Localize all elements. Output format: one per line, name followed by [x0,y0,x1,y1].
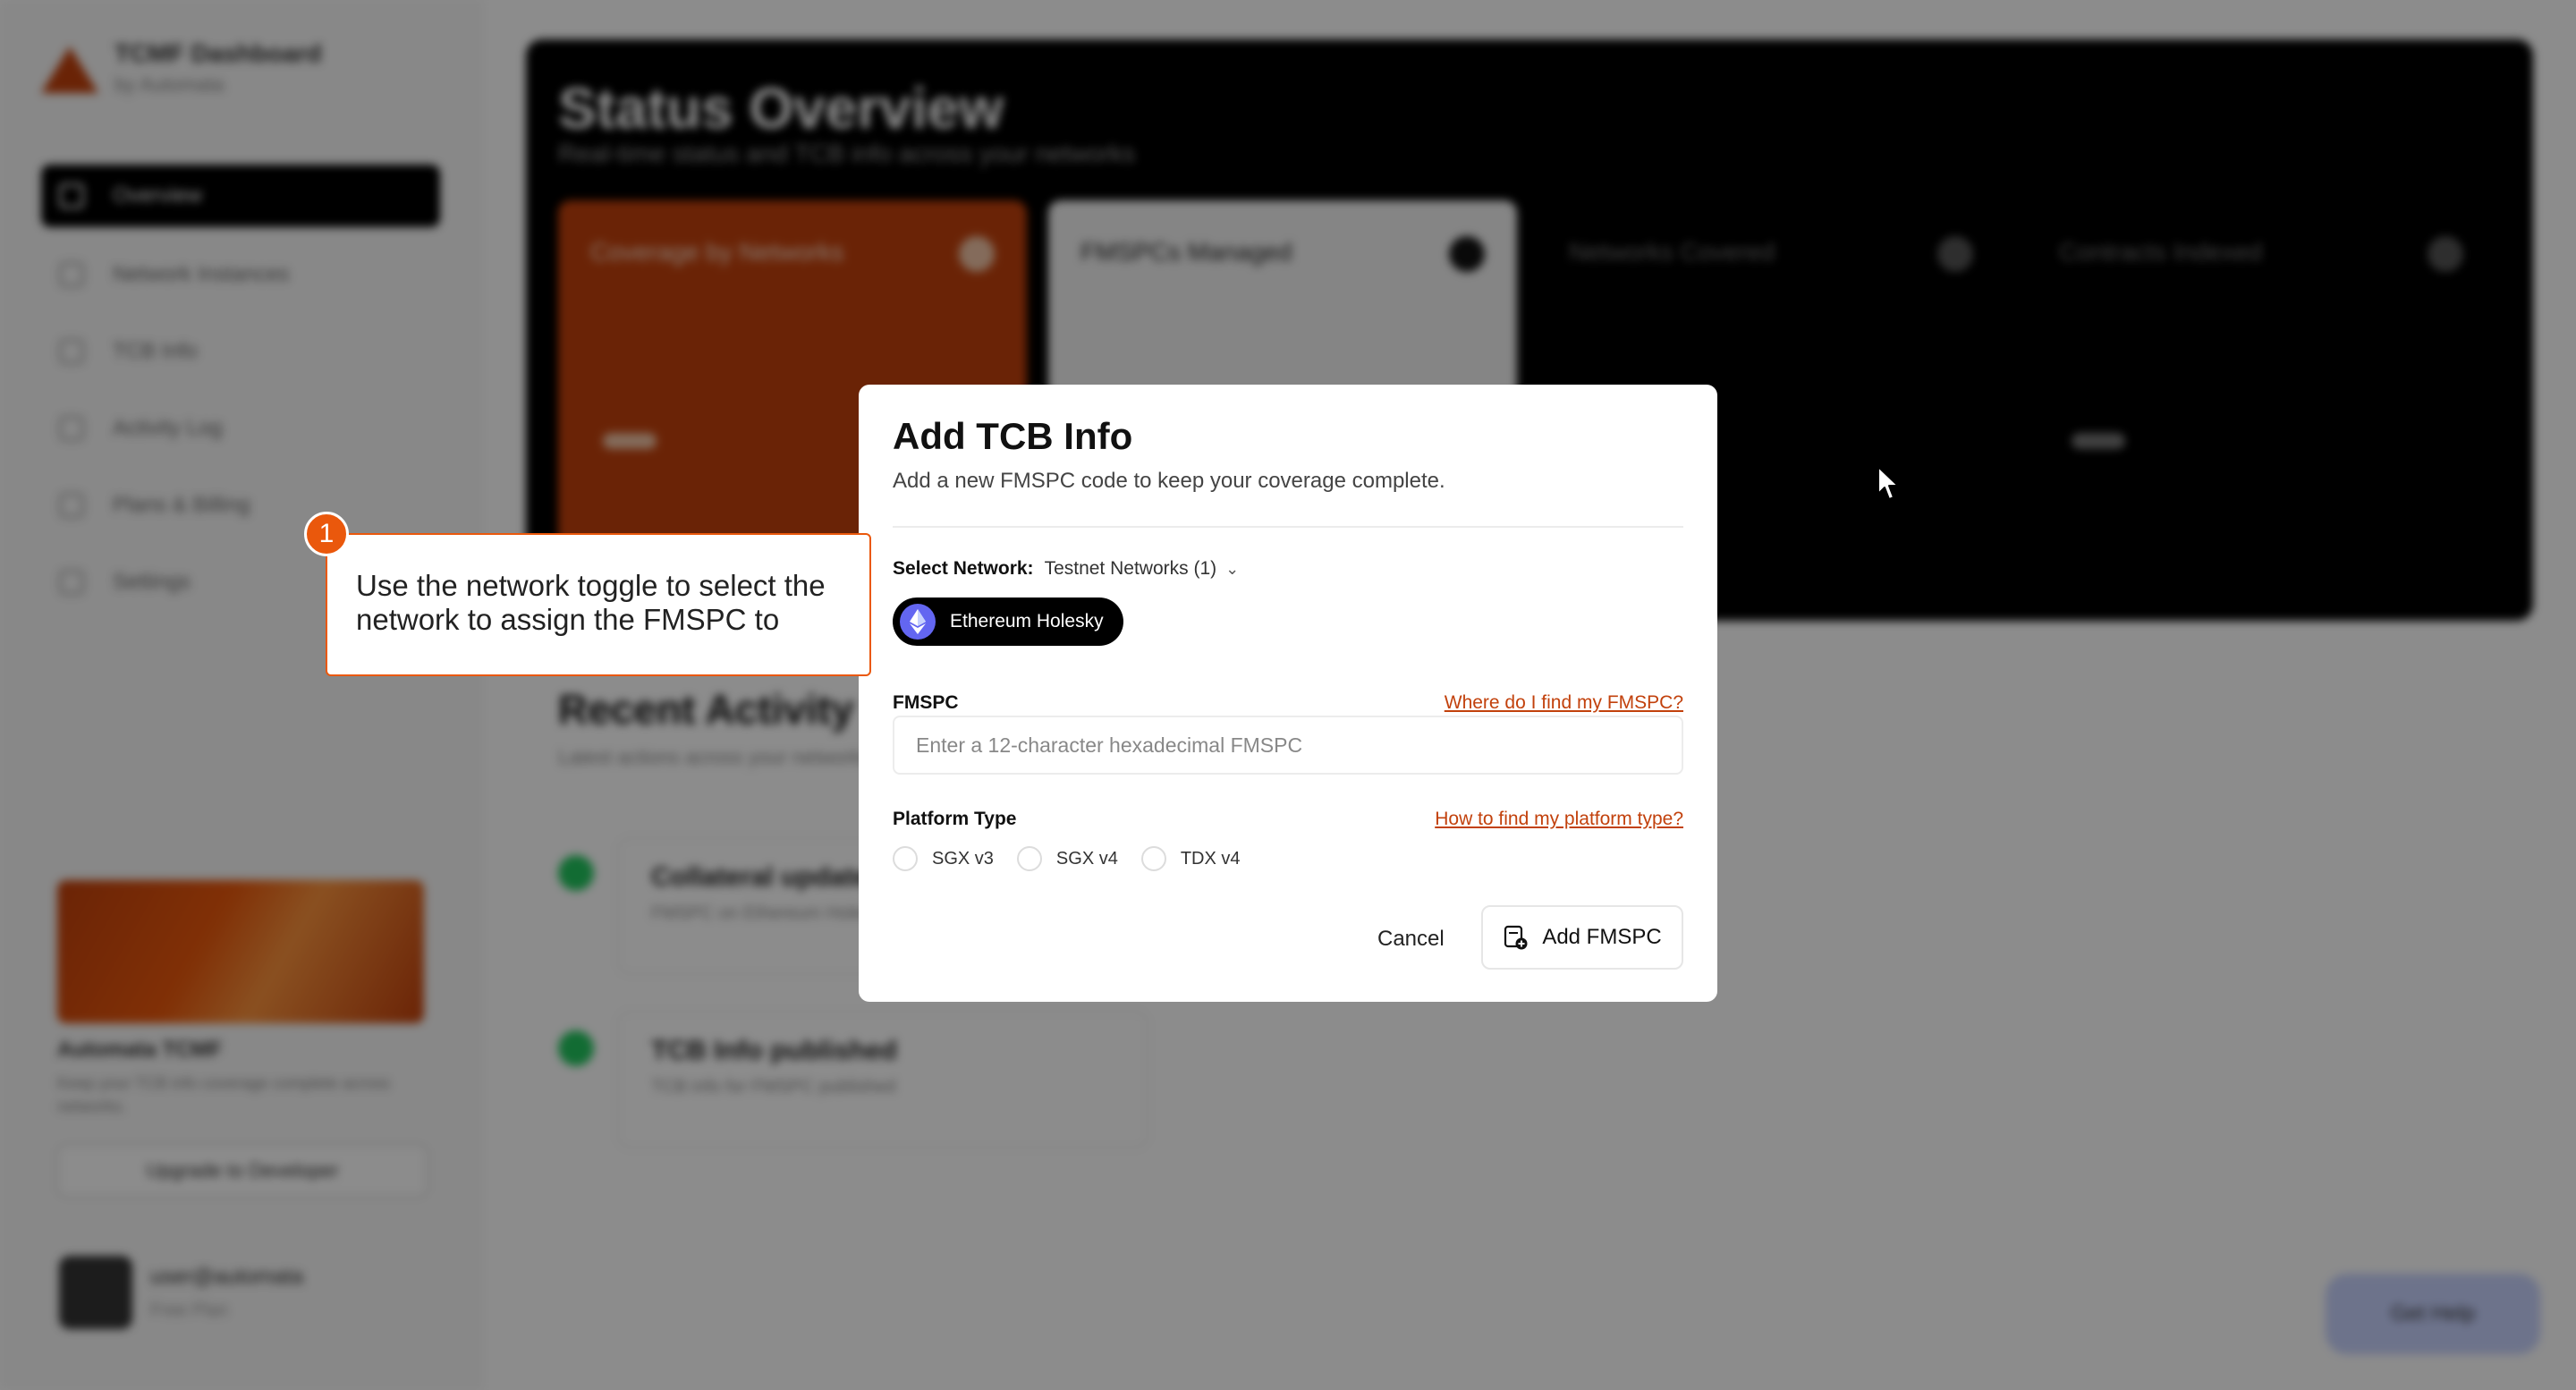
platform-type-radio-group: SGX v3 SGX v4 TDX v4 [893,846,1264,871]
find-platform-type-link[interactable]: How to find my platform type? [1435,809,1683,830]
radio-circle[interactable] [1140,846,1166,871]
radio-circle[interactable] [893,846,918,871]
radio-sgx-v3[interactable]: SGX v3 [893,846,994,871]
network-toggle[interactable]: Testnet Networks (1) [1045,558,1217,580]
add-tcb-info-dialog: Add TCB Info Add a new FMSPC code to kee… [859,385,1717,1002]
dialog-title: Add TCB Info [893,415,1133,457]
find-fmspc-link[interactable]: Where do I find my FMSPC? [1445,692,1683,714]
radio-circle[interactable] [1016,846,1042,871]
mouse-pointer-icon [1877,466,1899,500]
add-fmspc-button[interactable]: Add FMSPC [1481,905,1683,970]
dialog-description: Add a new FMSPC code to keep your covera… [893,469,1445,493]
file-add-icon [1504,925,1528,950]
network-label: Select Network: [893,558,1034,579]
ethereum-icon [900,604,936,640]
network-chip-ethereum-holesky[interactable]: Ethereum Holesky [893,598,1123,646]
fmspc-input[interactable] [893,716,1683,775]
cancel-button[interactable]: Cancel [1352,907,1470,971]
add-fmspc-label: Add FMSPC [1542,925,1662,949]
radio-sgx-v4[interactable]: SGX v4 [1016,846,1118,871]
fmspc-label: FMSPC [893,692,959,713]
platform-type-label: Platform Type [893,809,1017,829]
divider [893,526,1683,528]
chevron-down-icon[interactable]: ⌄ [1225,560,1239,579]
network-selector[interactable]: Select Network: Testnet Networks (1) ⌄ [893,558,1239,580]
tour-step-badge: 1 [304,512,349,556]
network-chip-label: Ethereum Holesky [950,611,1104,631]
tour-tooltip: Use the network toggle to select the net… [326,533,871,676]
radio-tdx-v4[interactable]: TDX v4 [1140,846,1241,871]
tour-tooltip-text: Use the network toggle to select the net… [356,569,826,636]
